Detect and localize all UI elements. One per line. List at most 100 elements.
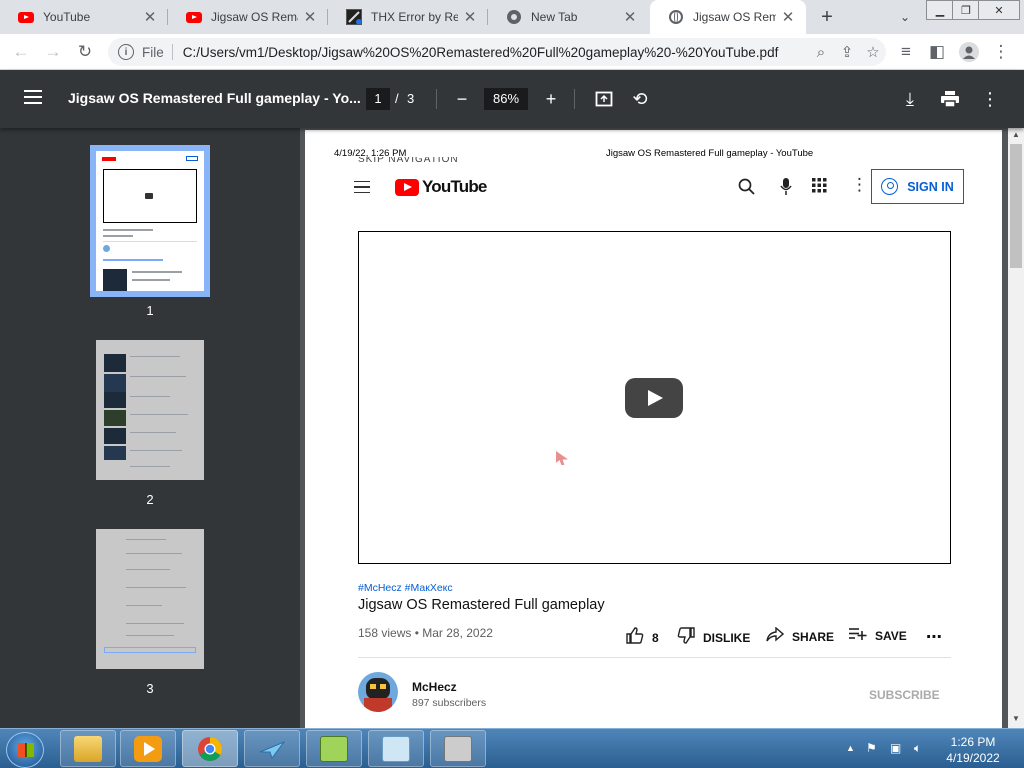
video-player[interactable]: [358, 231, 951, 564]
dislike-button[interactable]: DISLIKE: [677, 627, 750, 648]
tab-search-icon[interactable]: ⌄: [892, 5, 918, 29]
more-actions-icon[interactable]: ⋯: [926, 627, 942, 647]
video-hashtags[interactable]: #McHecz #МакХекс: [358, 582, 453, 594]
close-icon[interactable]: ✕: [776, 8, 800, 26]
bookmark-star-icon[interactable]: ☆: [860, 43, 886, 61]
sidebar-menu-icon[interactable]: [24, 90, 42, 104]
skip-navigation: SKIP NAVIGATION: [358, 157, 459, 165]
app-taskbar-button[interactable]: [244, 730, 300, 767]
sign-in-button[interactable]: SIGN IN: [871, 169, 964, 204]
close-icon[interactable]: ✕: [458, 8, 482, 26]
show-hidden-icons[interactable]: ▲: [846, 743, 855, 753]
pdf-toolbar: Jigsaw OS Remastered Full gameplay - Yo.…: [0, 70, 1024, 128]
browser-toolbar: ← → ↻ i File C:/Users/vm1/Desktop/Jigsaw…: [0, 34, 1024, 70]
rotate-button[interactable]: ⟲: [626, 85, 654, 113]
download-icon[interactable]: ⤓: [896, 85, 924, 113]
minimize-button[interactable]: ▁: [926, 0, 954, 20]
play-icon[interactable]: [625, 378, 683, 418]
zoom-in-button[interactable]: +: [537, 85, 565, 113]
youtube-icon: [186, 9, 202, 25]
chrome-taskbar-button[interactable]: [182, 730, 238, 767]
settings-kebab-icon[interactable]: ⋮: [851, 175, 868, 195]
url-text[interactable]: C:/Users/vm1/Desktop/Jigsaw%20OS%20Remas…: [183, 45, 808, 60]
scrollbar-thumb[interactable]: [1010, 144, 1022, 268]
menu-kebab-icon[interactable]: ⋮: [988, 40, 1014, 64]
channel-name[interactable]: McHecz: [412, 680, 457, 694]
system-clock[interactable]: 1:26 PM 4/19/2022: [944, 734, 1002, 766]
side-panel-icon[interactable]: ◧: [924, 40, 950, 64]
action-center-icon[interactable]: ⚑: [866, 741, 877, 755]
vertical-scrollbar[interactable]: ▲ ▼: [1008, 128, 1024, 728]
new-tab-button[interactable]: +: [814, 5, 840, 29]
close-icon[interactable]: ✕: [618, 8, 642, 26]
info-icon[interactable]: i: [118, 44, 134, 60]
account-icon: [881, 178, 899, 195]
reload-button[interactable]: ↻: [72, 40, 98, 64]
volume-icon[interactable]: 🔈︎: [914, 741, 921, 756]
restore-button[interactable]: ❐: [952, 0, 980, 20]
share-icon[interactable]: ⇪: [834, 43, 860, 61]
scroll-down-icon[interactable]: ▼: [1008, 712, 1024, 726]
tab-youtube[interactable]: YouTube ✕: [0, 0, 168, 34]
reading-list-icon[interactable]: ≡: [893, 40, 919, 64]
notepad-taskbar-button[interactable]: [368, 730, 424, 767]
playlist-add-icon: [849, 627, 867, 644]
close-window-button[interactable]: ✕: [978, 0, 1020, 20]
thumbnail-page-3[interactable]: [96, 529, 204, 669]
profile-icon[interactable]: [956, 40, 982, 64]
thx-icon: [346, 9, 362, 25]
pdf-page: 4/19/22, 1:26 PM Jigsaw OS Remastered Fu…: [305, 130, 1002, 728]
more-options-icon[interactable]: ⋮: [976, 85, 1004, 113]
address-bar[interactable]: i File C:/Users/vm1/Desktop/Jigsaw%20OS%…: [108, 38, 886, 66]
subscribe-button[interactable]: SUBSCRIBE: [869, 688, 940, 702]
share-button[interactable]: SHARE: [766, 626, 834, 646]
network-icon[interactable]: ▣: [890, 741, 901, 755]
media-player-taskbar-button[interactable]: [120, 730, 176, 767]
thumbnail-page-2[interactable]: [96, 340, 204, 480]
close-icon[interactable]: ✕: [138, 8, 162, 26]
globe-icon: [668, 9, 684, 25]
microphone-icon[interactable]: [780, 178, 792, 199]
thumbs-up-icon: [626, 627, 644, 648]
zoom-level-input[interactable]: 86%: [484, 88, 528, 110]
windows-taskbar: ▲ ⚑ ▣ 🔈︎ 1:26 PM 4/19/2022: [0, 728, 1024, 768]
tab-jigsaw-pdf[interactable]: Jigsaw OS Remastered ✕: [650, 0, 806, 34]
youtube-play-logo-icon: [395, 178, 419, 196]
back-button[interactable]: ←: [8, 40, 34, 64]
forward-button[interactable]: →: [40, 40, 66, 64]
explorer-taskbar-button[interactable]: [60, 730, 116, 767]
save-button[interactable]: SAVE: [849, 627, 907, 644]
tab-thx-error[interactable]: THX Error by Recording ✕: [328, 0, 488, 34]
subscriber-count: 897 subscribers: [412, 697, 487, 709]
search-icon[interactable]: [738, 178, 755, 199]
zoom-icon[interactable]: ⌕: [808, 44, 834, 61]
fax-taskbar-button[interactable]: [430, 730, 486, 767]
apps-grid-icon[interactable]: [812, 178, 827, 197]
thumbnail-sidebar: 1 2 3: [0, 128, 300, 728]
folder-icon: [74, 735, 102, 762]
print-header-title: Jigsaw OS Remastered Full gameplay - You…: [606, 148, 814, 159]
chrome-icon: [506, 9, 522, 25]
zoom-out-button[interactable]: −: [448, 85, 476, 113]
channel-avatar[interactable]: [358, 672, 398, 712]
fit-page-button[interactable]: [590, 85, 618, 113]
youtube-logo[interactable]: YouTube: [395, 177, 487, 197]
like-button[interactable]: 8: [626, 627, 659, 648]
notepad-icon: [382, 735, 410, 762]
notepad-plus-taskbar-button[interactable]: [306, 730, 362, 767]
media-player-icon: [134, 735, 162, 762]
pdf-title: Jigsaw OS Remastered Full gameplay - Yo.…: [68, 90, 361, 106]
video-meta: 158 views • Mar 28, 2022: [358, 626, 493, 640]
page-number-input[interactable]: 1: [366, 88, 390, 110]
close-icon[interactable]: ✕: [298, 8, 322, 26]
notepad-plus-icon: [320, 735, 348, 762]
tab-strip: YouTube ✕ Jigsaw OS Remastered ✕ THX Err…: [0, 0, 1024, 34]
scroll-up-icon[interactable]: ▲: [1008, 128, 1024, 142]
pdf-viewer[interactable]: 4/19/22, 1:26 PM Jigsaw OS Remastered Fu…: [300, 128, 1010, 728]
start-button[interactable]: [6, 732, 44, 768]
tab-jigsaw-youtube[interactable]: Jigsaw OS Remastered ✕: [168, 0, 328, 34]
thumbnail-page-1[interactable]: [90, 145, 210, 297]
youtube-menu-icon[interactable]: [354, 181, 370, 193]
print-icon[interactable]: [936, 85, 964, 113]
tab-new-tab[interactable]: New Tab ✕: [488, 0, 648, 34]
